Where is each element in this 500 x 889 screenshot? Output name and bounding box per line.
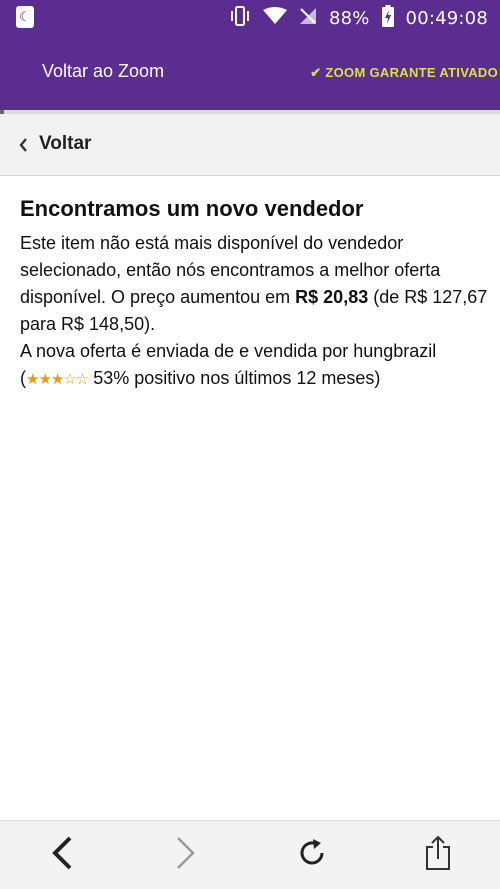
battery-percentage: 88% (328, 7, 370, 29)
wifi-icon (262, 7, 287, 29)
moon-icon: ☾ (16, 6, 34, 28)
forward-arrow-icon[interactable] (166, 833, 206, 873)
battery-charging-icon (381, 5, 394, 31)
no-signal-icon (299, 7, 317, 29)
seller-change-notice: Encontramos um novo vendedor Este item n… (20, 196, 490, 393)
seller-rating-text: 53% positivo nos últimos 12 meses) (88, 368, 381, 388)
price-change-paragraph: Este item não está mais disponível do ve… (20, 230, 490, 338)
chevron-left-icon (18, 132, 28, 158)
check-icon: ✔ (310, 65, 322, 80)
price-increase-amount: R$ 20,83 (295, 287, 369, 307)
page-title: Encontramos um novo vendedor (20, 196, 364, 221)
browser-toolbar (0, 820, 500, 889)
share-icon[interactable] (418, 833, 458, 873)
vibrate-icon (229, 6, 251, 30)
reload-icon[interactable] (292, 833, 332, 873)
status-time: 00:49:08 (405, 7, 488, 29)
zoom-header: Voltar ao Zoom ✔ ZOOM GARANTE ATIVADO (0, 36, 500, 110)
back-button-label: Voltar (39, 133, 92, 154)
zoom-guarantee-label: ZOOM GARANTE ATIVADO (325, 65, 498, 80)
back-button[interactable]: Voltar (0, 114, 500, 176)
status-bar: ☾ 88% 00:49:08 (0, 0, 500, 36)
status-bar-right: 88% 00:49:08 (229, 0, 488, 36)
zoom-guarantee-badge: ✔ ZOOM GARANTE ATIVADO (310, 65, 498, 81)
back-to-zoom-link[interactable]: Voltar ao Zoom (42, 61, 164, 82)
seller-info-paragraph: A nova oferta é enviada de e vendida por… (20, 338, 490, 393)
seller-rating-stars: ★★★☆☆ (26, 371, 89, 388)
back-arrow-icon[interactable] (42, 833, 82, 873)
